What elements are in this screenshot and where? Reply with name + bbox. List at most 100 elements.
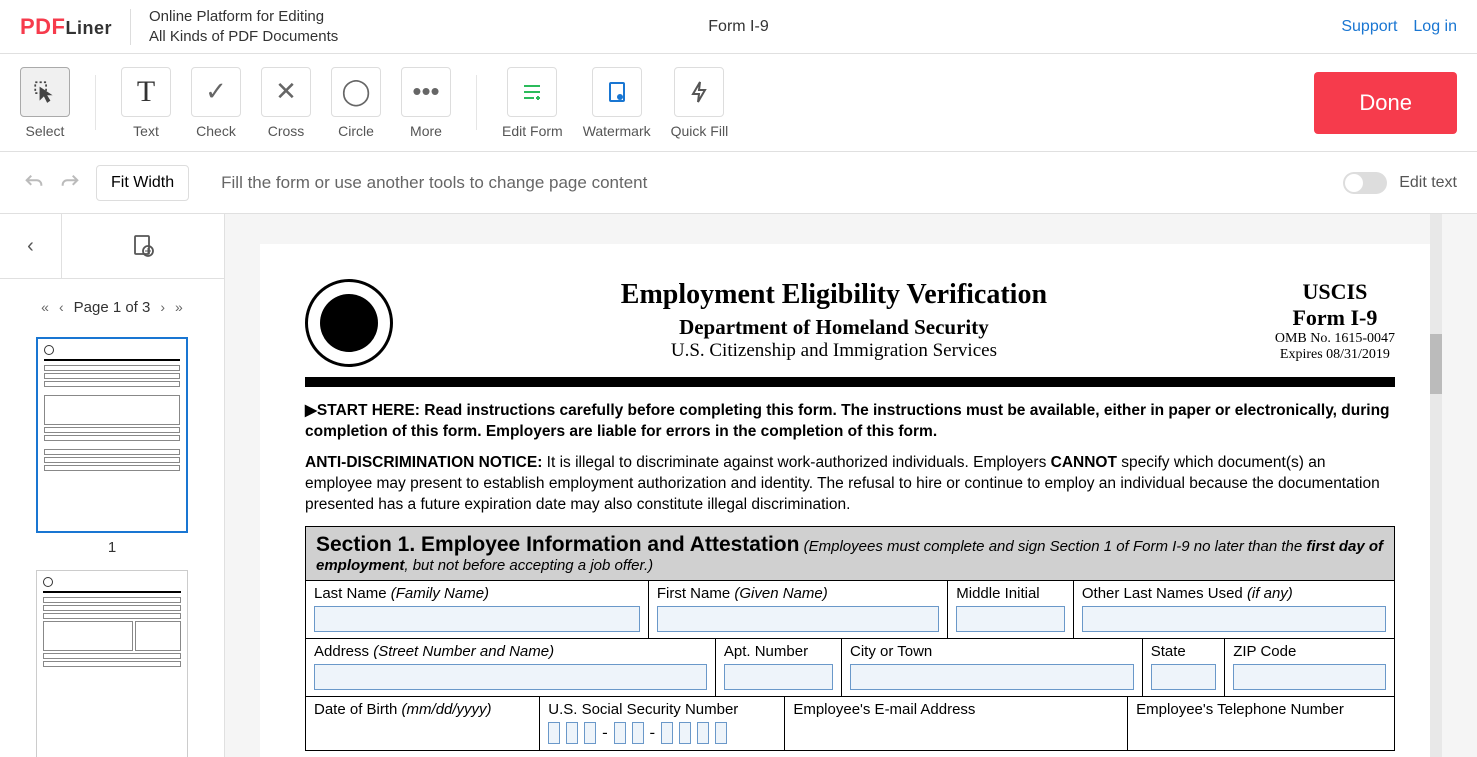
pager-text: Page 1 of 3 (74, 299, 151, 316)
ssn-digit[interactable] (614, 722, 626, 744)
text-icon: T (121, 67, 171, 117)
thumbnail-page-1[interactable] (36, 337, 188, 533)
tool-label: Edit Form (502, 123, 563, 139)
tool-check[interactable]: ✓ Check (191, 67, 241, 139)
done-button[interactable]: Done (1314, 72, 1457, 134)
logo-pdf: PDF (20, 14, 66, 39)
dhs-seal-icon (305, 279, 393, 367)
tool-label: Circle (338, 123, 374, 139)
label: Apt. Number (724, 643, 833, 660)
label: Other Last Names Used (1082, 585, 1247, 602)
form-title: Employment Eligibility Verification (393, 279, 1275, 311)
form-subtitle2: U.S. Citizenship and Immigration Service… (393, 340, 1275, 362)
form-row-dob: Date of Birth (mm/dd/yyyy) U.S. Social S… (306, 697, 1394, 750)
main-layout: ‹ « ‹ Page 1 of 3 › » (0, 214, 1477, 757)
tool-label: More (410, 123, 442, 139)
pager-next[interactable]: › (160, 299, 165, 315)
collapse-sidebar-button[interactable]: ‹ (0, 214, 62, 278)
thumbnail-sidebar: ‹ « ‹ Page 1 of 3 › » (0, 214, 225, 757)
cell-ssn: U.S. Social Security Number - - (540, 697, 785, 750)
document-title: Form I-9 (708, 18, 768, 36)
ssn-digit[interactable] (679, 722, 691, 744)
thumbnail-page-2[interactable] (36, 570, 188, 757)
label: State (1151, 643, 1216, 660)
pager-last[interactable]: » (175, 299, 183, 315)
other-names-input[interactable] (1082, 606, 1386, 632)
ssn-digit[interactable] (584, 722, 596, 744)
tagline: Online Platform for Editing All Kinds of… (149, 7, 338, 46)
label: Employee's E-mail Address (793, 701, 1119, 718)
divider (95, 75, 96, 130)
ssn-digit[interactable] (697, 722, 709, 744)
label: Address (314, 643, 373, 660)
uscis-label: USCIS (1275, 279, 1395, 305)
cell-email: Employee's E-mail Address (785, 697, 1128, 750)
canvas[interactable]: Employment Eligibility Verification Depa… (225, 214, 1477, 757)
ssn-digit[interactable] (715, 722, 727, 744)
tool-circle[interactable]: ◯ Circle (331, 67, 381, 139)
cell-first-name: First Name (Given Name) (649, 581, 948, 638)
tool-watermark[interactable]: Watermark (583, 67, 651, 139)
label: Last Name (314, 585, 391, 602)
label: ZIP Code (1233, 643, 1386, 660)
anti-discrimination-notice: ANTI-DISCRIMINATION NOTICE: It is illega… (305, 453, 1395, 516)
tool-more[interactable]: ••• More (401, 67, 451, 139)
redo-button[interactable] (56, 169, 84, 197)
pager-prev[interactable]: ‹ (59, 299, 64, 315)
address-input[interactable] (314, 664, 707, 690)
divider (476, 75, 477, 130)
tool-text[interactable]: T Text (121, 67, 171, 139)
support-link[interactable]: Support (1341, 18, 1397, 36)
document-page: Employment Eligibility Verification Depa… (260, 244, 1440, 757)
page-header: Employment Eligibility Verification Depa… (305, 279, 1395, 367)
quick-fill-icon (674, 67, 724, 117)
login-link[interactable]: Log in (1413, 18, 1457, 36)
cell-zip: ZIP Code (1225, 639, 1394, 696)
label-hint: (Given Name) (734, 585, 827, 602)
last-name-input[interactable] (314, 606, 640, 632)
ssn-group: - - (548, 722, 776, 744)
cross-icon: ✕ (261, 67, 311, 117)
cell-apt: Apt. Number (716, 639, 842, 696)
cursor-icon (20, 67, 70, 117)
edit-text-toggle-group: Edit text (1343, 172, 1457, 194)
page-settings-button[interactable] (62, 214, 224, 278)
pager: « ‹ Page 1 of 3 › » (0, 287, 224, 327)
start-here-body: Read instructions carefully before compl… (305, 402, 1390, 440)
label-hint: (if any) (1247, 585, 1293, 602)
anti-cannot: CANNOT (1051, 454, 1117, 471)
tool-cross[interactable]: ✕ Cross (261, 67, 311, 139)
ssn-digit[interactable] (632, 722, 644, 744)
pager-first[interactable]: « (41, 299, 49, 315)
label: U.S. Social Security Number (548, 701, 776, 718)
tool-quick-fill[interactable]: Quick Fill (671, 67, 729, 139)
cell-other-names: Other Last Names Used (if any) (1074, 581, 1394, 638)
tool-edit-form[interactable]: Edit Form (502, 67, 563, 139)
middle-initial-input[interactable] (956, 606, 1065, 632)
start-here-notice: ▶START HERE: Read instructions carefully… (305, 401, 1395, 443)
tagline-line1: Online Platform for Editing (149, 7, 338, 27)
scrollbar-vertical[interactable] (1430, 214, 1442, 757)
expires-date: Expires 08/31/2019 (1275, 347, 1395, 363)
logo[interactable]: PDFLiner (20, 14, 112, 40)
anti-body1: It is illegal to discriminate against wo… (547, 454, 1051, 471)
first-name-input[interactable] (657, 606, 939, 632)
undo-button[interactable] (20, 169, 48, 197)
section1-title: Section 1. Employee Information and Atte… (316, 533, 799, 556)
more-icon: ••• (401, 67, 451, 117)
ssn-digit[interactable] (548, 722, 560, 744)
edit-text-toggle[interactable] (1343, 172, 1387, 194)
zip-input[interactable] (1233, 664, 1386, 690)
cell-middle: Middle Initial (948, 581, 1074, 638)
tool-select[interactable]: Select (20, 67, 70, 139)
ssn-digit[interactable] (661, 722, 673, 744)
ssn-digit[interactable] (566, 722, 578, 744)
label: Middle Initial (956, 585, 1065, 602)
cell-address: Address (Street Number and Name) (306, 639, 716, 696)
apt-input[interactable] (724, 664, 833, 690)
zoom-dropdown[interactable]: Fit Width (96, 165, 189, 201)
app-header: PDFLiner Online Platform for Editing All… (0, 0, 1477, 54)
sidebar-top: ‹ (0, 214, 224, 279)
city-input[interactable] (850, 664, 1134, 690)
state-input[interactable] (1151, 664, 1216, 690)
